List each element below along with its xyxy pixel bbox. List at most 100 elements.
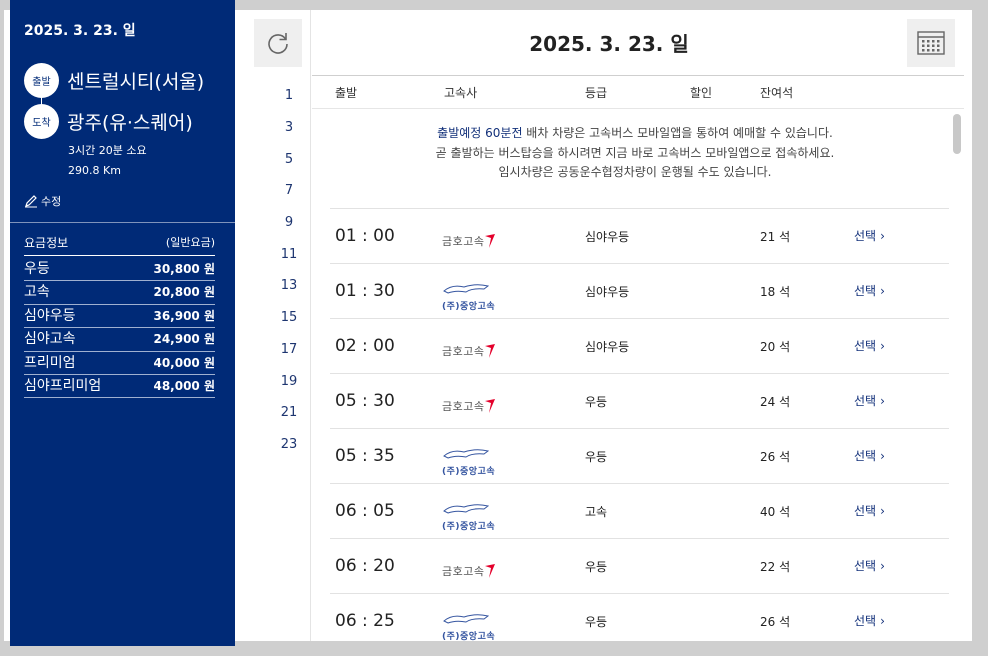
fare-row: 심야고속 24,900 원 xyxy=(24,328,215,352)
hour-filter-item[interactable]: 15 xyxy=(266,302,312,334)
schedule-list: 01 : 00 금호고속 심야우등 21 석 선택 › 01 : 30 (주)중앙… xyxy=(330,208,949,648)
fare-price: 40,000 원 xyxy=(153,355,215,370)
joongang-logo: (주)중앙고속 xyxy=(442,445,502,477)
route-summary-panel: 2025. 3. 23. 일 출발 센트럴시티(서울) 도착 광주(유·스퀘어)… xyxy=(10,0,235,646)
kumho-swoosh-icon xyxy=(485,234,496,248)
refresh-button[interactable] xyxy=(254,19,302,67)
bus-grade: 심야우등 xyxy=(585,340,630,354)
select-button[interactable]: 선택 › xyxy=(854,447,885,464)
pencil-icon xyxy=(25,195,37,208)
chevron-right-icon: › xyxy=(880,449,885,463)
chevron-right-icon: › xyxy=(880,559,885,573)
fare-title: 요금정보 xyxy=(24,236,69,250)
departure-name: 센트럴시티(서울) xyxy=(67,71,205,93)
hour-filter-item[interactable]: 7 xyxy=(266,175,312,207)
hour-filter-item[interactable]: 19 xyxy=(266,365,312,397)
hour-filter-item[interactable]: 23 xyxy=(266,429,312,461)
departure-time: 01 : 30 xyxy=(335,281,395,301)
edit-label: 수정 xyxy=(41,195,62,208)
hour-filter-item[interactable]: 1 xyxy=(266,80,312,112)
hour-filter-list: 1 3 5 7 9 11 13 15 17 19 21 23 xyxy=(266,80,312,460)
edit-route-button[interactable]: 수정 xyxy=(24,193,61,209)
kumho-logo: 금호고속 xyxy=(442,555,502,579)
departure-time: 02 : 00 xyxy=(335,336,395,356)
chevron-right-icon: › xyxy=(880,339,885,353)
fare-row: 심야프리미엄 48,000 원 xyxy=(24,375,215,399)
greyhound-icon xyxy=(443,449,490,459)
select-button[interactable]: 선택 › xyxy=(854,612,885,629)
schedule-row: 01 : 30 (주)중앙고속 심야우등 18 석 선택 › xyxy=(330,263,949,318)
select-label: 선택 xyxy=(854,449,877,463)
fare-row: 프리미엄 40,000 원 xyxy=(24,352,215,375)
select-label: 선택 xyxy=(854,284,877,298)
fare-header: 요금정보 (일반요금) xyxy=(24,234,215,256)
notice-line1: 배차 차량은 고속버스 모바일앱을 통하여 예매할 수 있습니다. xyxy=(522,126,833,140)
column-header-seats: 잔여석 xyxy=(760,86,794,100)
select-button[interactable]: 선택 › xyxy=(854,337,885,354)
trip-distance: 290.8 Km xyxy=(68,164,121,177)
chevron-right-icon: › xyxy=(880,614,885,628)
refresh-icon xyxy=(268,33,288,54)
select-button[interactable]: 선택 › xyxy=(854,227,885,244)
fare-row: 고속 20,800 원 xyxy=(24,281,215,305)
select-button[interactable]: 선택 › xyxy=(854,557,885,574)
departure-badge: 출발 xyxy=(24,63,59,98)
notice-highlight: 출발예정 60분전 xyxy=(437,126,523,140)
arrival-badge: 도착 xyxy=(24,104,59,139)
greyhound-icon xyxy=(443,504,490,514)
bus-grade: 심야우등 xyxy=(585,285,630,299)
hour-filter-item[interactable]: 21 xyxy=(266,397,312,429)
fare-grade: 프리미엄 xyxy=(24,354,76,371)
select-button[interactable]: 선택 › xyxy=(854,282,885,299)
sidebar-divider xyxy=(10,222,235,223)
notice-line3: 임시차량은 공동운수협정차량이 운행될 수도 있습니다. xyxy=(498,165,772,179)
fare-grade: 심야프리미엄 xyxy=(24,377,102,394)
departure-time: 05 : 35 xyxy=(335,446,395,466)
hour-filter-item[interactable]: 5 xyxy=(266,143,312,175)
remaining-seats: 26 석 xyxy=(760,450,791,464)
schedule-row: 06 : 05 (주)중앙고속 고속 40 석 선택 › xyxy=(330,483,949,538)
kumho-logo: 금호고속 xyxy=(442,390,502,414)
schedule-scrollbar[interactable] xyxy=(950,110,964,641)
kumho-logo: 금호고속 xyxy=(442,225,502,249)
remaining-seats: 18 석 xyxy=(760,285,791,299)
hour-filter-item[interactable]: 11 xyxy=(266,238,312,270)
chevron-right-icon: › xyxy=(880,229,885,243)
chevron-right-icon: › xyxy=(880,504,885,518)
fare-price: 48,000 원 xyxy=(153,378,215,393)
select-button[interactable]: 선택 › xyxy=(854,392,885,409)
departure-stop: 출발 센트럴시티(서울) xyxy=(24,63,204,98)
company-name: 금호고속 xyxy=(442,345,485,358)
table-header-divider xyxy=(312,108,964,109)
kumho-logo: 금호고속 xyxy=(442,335,502,359)
select-button[interactable]: 선택 › xyxy=(854,502,885,519)
schedule-row: 06 : 20 금호고속 우등 22 석 선택 › xyxy=(330,538,949,593)
column-header-grade: 등급 xyxy=(585,86,608,100)
company-name: (주)중앙고속 xyxy=(442,467,496,477)
hour-filter-item[interactable]: 13 xyxy=(266,270,312,302)
fare-grade: 심야고속 xyxy=(24,331,76,348)
fare-price: 36,900 원 xyxy=(153,308,215,323)
column-header-discount: 할인 xyxy=(690,86,713,100)
fare-price: 30,800 원 xyxy=(153,262,215,276)
scrollbar-thumb[interactable] xyxy=(953,114,961,154)
joongang-logo: (주)중앙고속 xyxy=(442,500,502,532)
departure-time: 06 : 20 xyxy=(335,556,395,576)
schedule-row: 06 : 25 (주)중앙고속 우등 26 석 선택 › xyxy=(330,593,949,648)
company-name: 금호고속 xyxy=(442,565,485,578)
bus-grade: 심야우등 xyxy=(585,230,630,244)
greyhound-icon xyxy=(443,284,490,294)
calendar-button[interactable] xyxy=(907,19,955,67)
fare-price: 20,800 원 xyxy=(153,285,215,300)
column-header-company: 고속사 xyxy=(444,86,478,100)
remaining-seats: 20 석 xyxy=(760,340,791,354)
chevron-right-icon: › xyxy=(880,284,885,298)
schedule-row: 05 : 35 (주)중앙고속 우등 26 석 선택 › xyxy=(330,428,949,483)
select-label: 선택 xyxy=(854,559,877,573)
hour-filter-item[interactable]: 17 xyxy=(266,334,312,366)
hour-filter-item[interactable]: 9 xyxy=(266,207,312,239)
company-name: (주)중앙고속 xyxy=(442,302,496,312)
hour-filter-item[interactable]: 3 xyxy=(266,112,312,144)
remaining-seats: 21 석 xyxy=(760,230,791,244)
remaining-seats: 26 석 xyxy=(760,615,791,629)
